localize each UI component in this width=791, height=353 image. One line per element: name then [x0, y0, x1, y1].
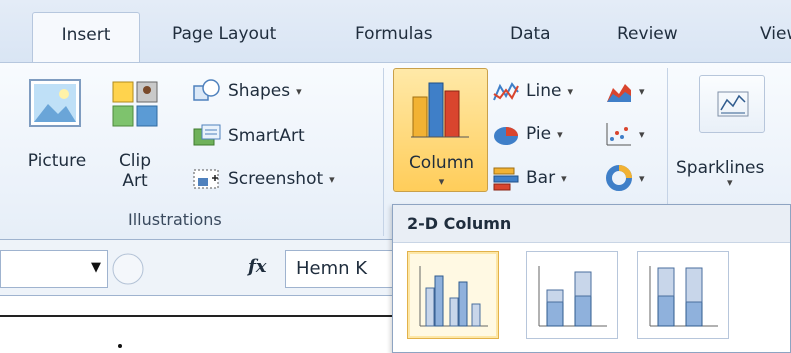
other-charts-button[interactable]: ▾	[605, 165, 645, 191]
cancel-circle-icon[interactable]	[110, 251, 146, 287]
chevron-down-icon: ▾	[639, 84, 645, 98]
pie-label: Pie	[526, 124, 552, 144]
doughnut-chart-icon	[606, 165, 632, 191]
picture-button[interactable]: Picture	[14, 74, 100, 184]
formula-input[interactable]: Hemn K	[285, 250, 395, 288]
column-chart-icon	[411, 82, 469, 138]
screenshot-label: Screenshot	[228, 169, 324, 189]
column-chart-gallery: 2-D Column	[392, 204, 791, 353]
line-label: Line	[526, 81, 562, 101]
chevron-down-icon: ▾	[438, 175, 445, 188]
chevron-down-icon[interactable]: ▼	[91, 260, 101, 275]
chevron-down-icon: ▾	[329, 172, 335, 186]
chevron-down-icon: ▾	[561, 171, 567, 185]
smartart-label: SmartArt	[228, 126, 305, 146]
sparklines-button[interactable]: Sparklines ▾	[676, 70, 791, 190]
shapes-label: Shapes	[228, 81, 291, 101]
clip-art-label-line2: Art	[122, 171, 148, 191]
area-chart-icon	[607, 84, 631, 102]
scatter-chart-button[interactable]: ▾	[605, 121, 645, 147]
pie-chart-icon	[494, 127, 518, 145]
group-separator	[383, 68, 384, 236]
stacked-column-option[interactable]	[526, 251, 618, 339]
pie-chart-button[interactable]: Pie ▾	[492, 121, 563, 147]
tab-insert[interactable]: Insert	[32, 12, 140, 63]
gallery-section-header: 2-D Column	[393, 205, 790, 243]
line-chart-button[interactable]: Line ▾	[492, 78, 573, 104]
fx-icon[interactable]: fx	[248, 256, 266, 277]
column-chart-button[interactable]: Column ▾	[393, 68, 488, 192]
stacked-column-icon	[538, 266, 607, 327]
chevron-down-icon: ▾	[557, 127, 563, 141]
chevron-down-icon: ▾	[567, 84, 573, 98]
screenshot-icon	[193, 169, 219, 189]
percent-stacked-column-icon	[649, 266, 718, 327]
column-label: Column	[408, 153, 475, 173]
scatter-chart-icon	[606, 123, 631, 146]
tab-data[interactable]: Data	[510, 24, 551, 44]
shapes-icon	[193, 79, 220, 101]
screenshot-button[interactable]: Screenshot ▾	[192, 166, 335, 192]
sparklines-label: Sparklines	[676, 158, 765, 178]
illustrations-group-label: Illustrations	[128, 210, 222, 229]
area-chart-button[interactable]: ▾	[605, 78, 645, 104]
bar-chart-button[interactable]: Bar ▾	[492, 165, 567, 191]
tab-review[interactable]: Review	[617, 24, 678, 44]
line-chart-icon	[493, 82, 519, 101]
clip-art-label-line1: Clip	[118, 151, 152, 171]
picture-icon	[29, 79, 81, 127]
tab-formulas[interactable]: Formulas	[355, 24, 433, 44]
percent-stacked-column-option[interactable]	[637, 251, 729, 339]
smartart-button[interactable]: SmartArt	[192, 123, 305, 149]
clustered-column-icon	[419, 266, 488, 327]
clip-art-icon	[112, 81, 158, 127]
sparklines-icon	[717, 91, 749, 117]
chevron-down-icon: ▾	[639, 171, 645, 185]
tab-view[interactable]: View	[760, 24, 791, 44]
bar-label: Bar	[526, 168, 556, 188]
chevron-down-icon: ▾	[296, 84, 302, 98]
picture-label: Picture	[27, 151, 87, 171]
chevron-down-icon: ▾	[727, 176, 733, 189]
name-box[interactable]: ▼	[0, 250, 108, 288]
sheet-row-border	[0, 315, 392, 317]
sparklines-icon-box	[699, 75, 765, 133]
smartart-icon	[193, 124, 221, 146]
bar-chart-icon	[493, 167, 519, 191]
clip-art-button[interactable]: Clip Art	[104, 74, 166, 191]
shapes-button[interactable]: Shapes ▾	[192, 78, 302, 104]
clustered-column-option[interactable]	[407, 251, 499, 339]
cell-dot	[118, 344, 122, 348]
ribbon-tab-bar: Insert Page Layout Formulas Data Review …	[0, 0, 791, 63]
tab-page-layout[interactable]: Page Layout	[172, 24, 276, 44]
chevron-down-icon: ▾	[639, 127, 645, 141]
